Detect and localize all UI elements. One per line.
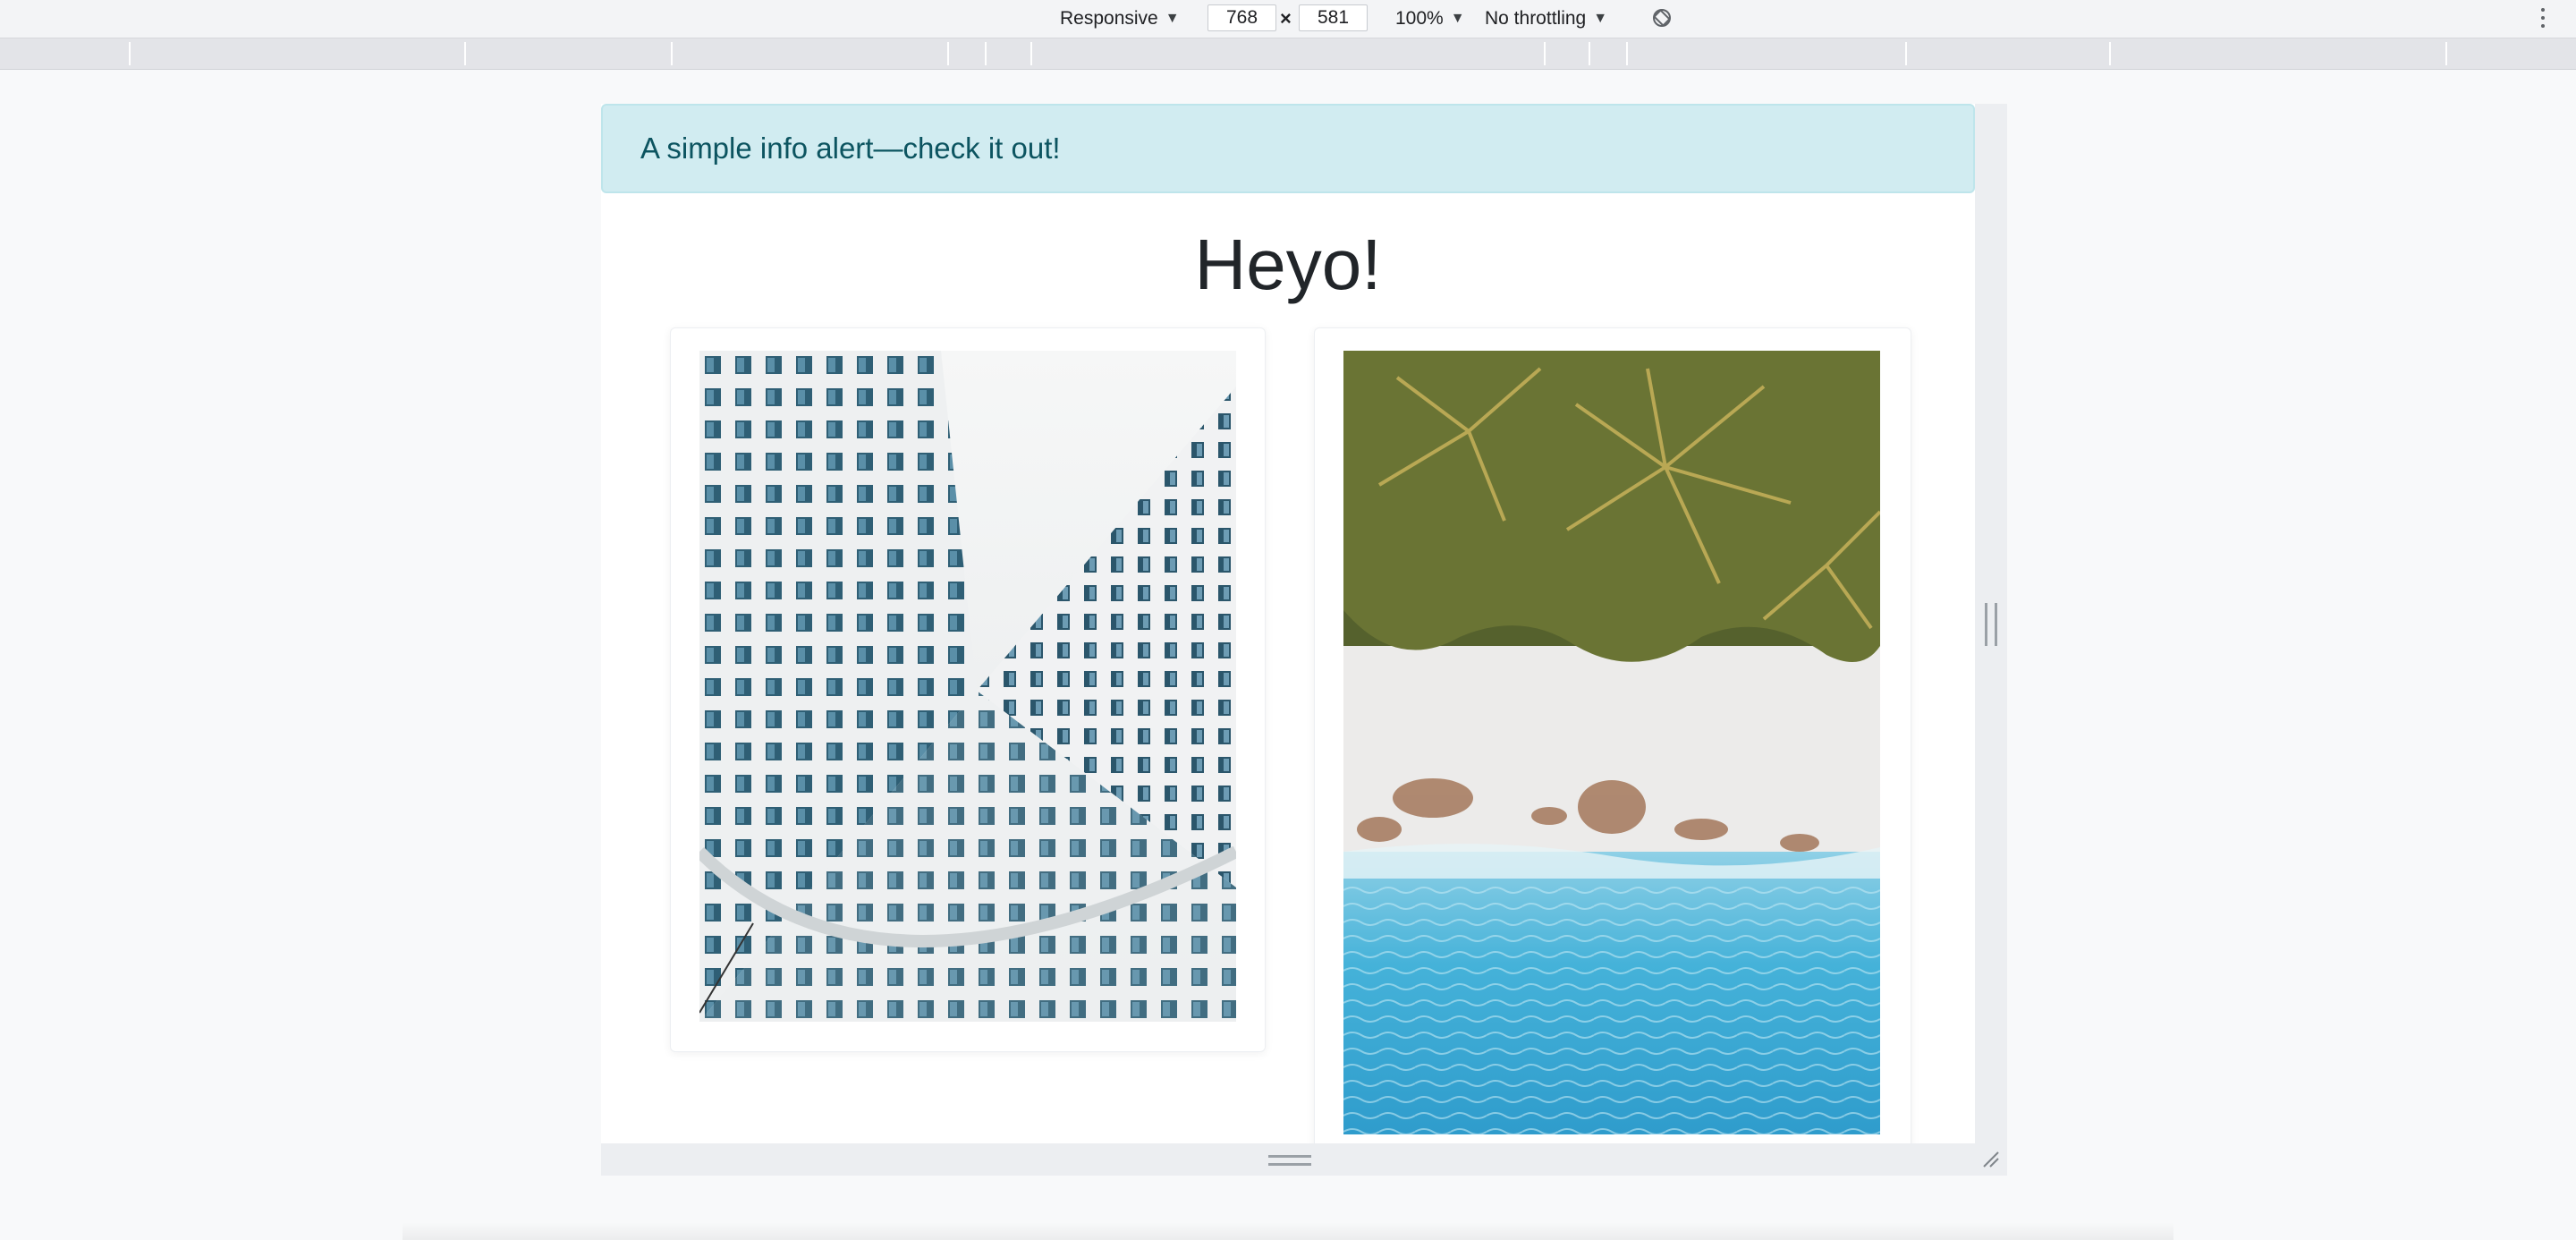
media-query-segment[interactable]: [1589, 42, 1590, 65]
media-query-segment[interactable]: [947, 42, 949, 65]
media-query-segment[interactable]: [985, 42, 987, 65]
device-select-label: Responsive: [1060, 8, 1158, 29]
zoom-select[interactable]: 100% ▼: [1395, 0, 1465, 38]
media-query-segment[interactable]: [2445, 42, 2447, 65]
resize-height-handle[interactable]: [1268, 1155, 1311, 1166]
media-query-segment[interactable]: [1544, 42, 1546, 65]
media-query-segment[interactable]: [1626, 42, 1628, 65]
device-toolbar: Responsive ▼ 768 × 581 100% ▼ No throttl…: [0, 0, 2576, 38]
device-select[interactable]: Responsive ▼: [1060, 0, 1180, 38]
width-input[interactable]: 768: [1208, 4, 1276, 31]
alert-text: A simple info alert—check it out!: [640, 132, 1061, 165]
page-heading: Heyo!: [1194, 225, 1382, 304]
throttling-label: No throttling: [1485, 8, 1587, 29]
throttling-select[interactable]: No throttling ▼: [1485, 0, 1607, 38]
emulated-viewport: A simple info alert—check it out! Heyo!: [601, 104, 1975, 1143]
chevron-down-icon: ▼: [1450, 11, 1465, 26]
resize-corner-icon[interactable]: [1980, 1149, 2000, 1168]
info-alert: A simple info alert—check it out!: [601, 104, 1975, 193]
resize-width-handle[interactable]: [1985, 603, 1997, 646]
zoom-label: 100%: [1395, 8, 1444, 29]
rotate-icon[interactable]: [1651, 7, 1673, 29]
media-query-segment[interactable]: [1905, 42, 1907, 65]
media-query-segment[interactable]: [464, 42, 466, 65]
beach-aerial-photo: [1343, 351, 1880, 1134]
media-query-segment[interactable]: [2109, 42, 2111, 65]
times-icon: ×: [1280, 7, 1292, 30]
window-bottom-shadow: [402, 1222, 2174, 1240]
media-query-segment[interactable]: [671, 42, 673, 65]
media-query-bar: [0, 38, 2576, 70]
building-facade-photo: [699, 351, 1236, 1022]
height-input[interactable]: 581: [1299, 4, 1368, 31]
media-query-segment[interactable]: [1030, 42, 1032, 65]
chevron-down-icon: ▼: [1593, 11, 1608, 26]
chevron-down-icon: ▼: [1165, 11, 1180, 26]
media-query-segment[interactable]: [129, 42, 131, 65]
kebab-icon[interactable]: [2537, 5, 2549, 30]
